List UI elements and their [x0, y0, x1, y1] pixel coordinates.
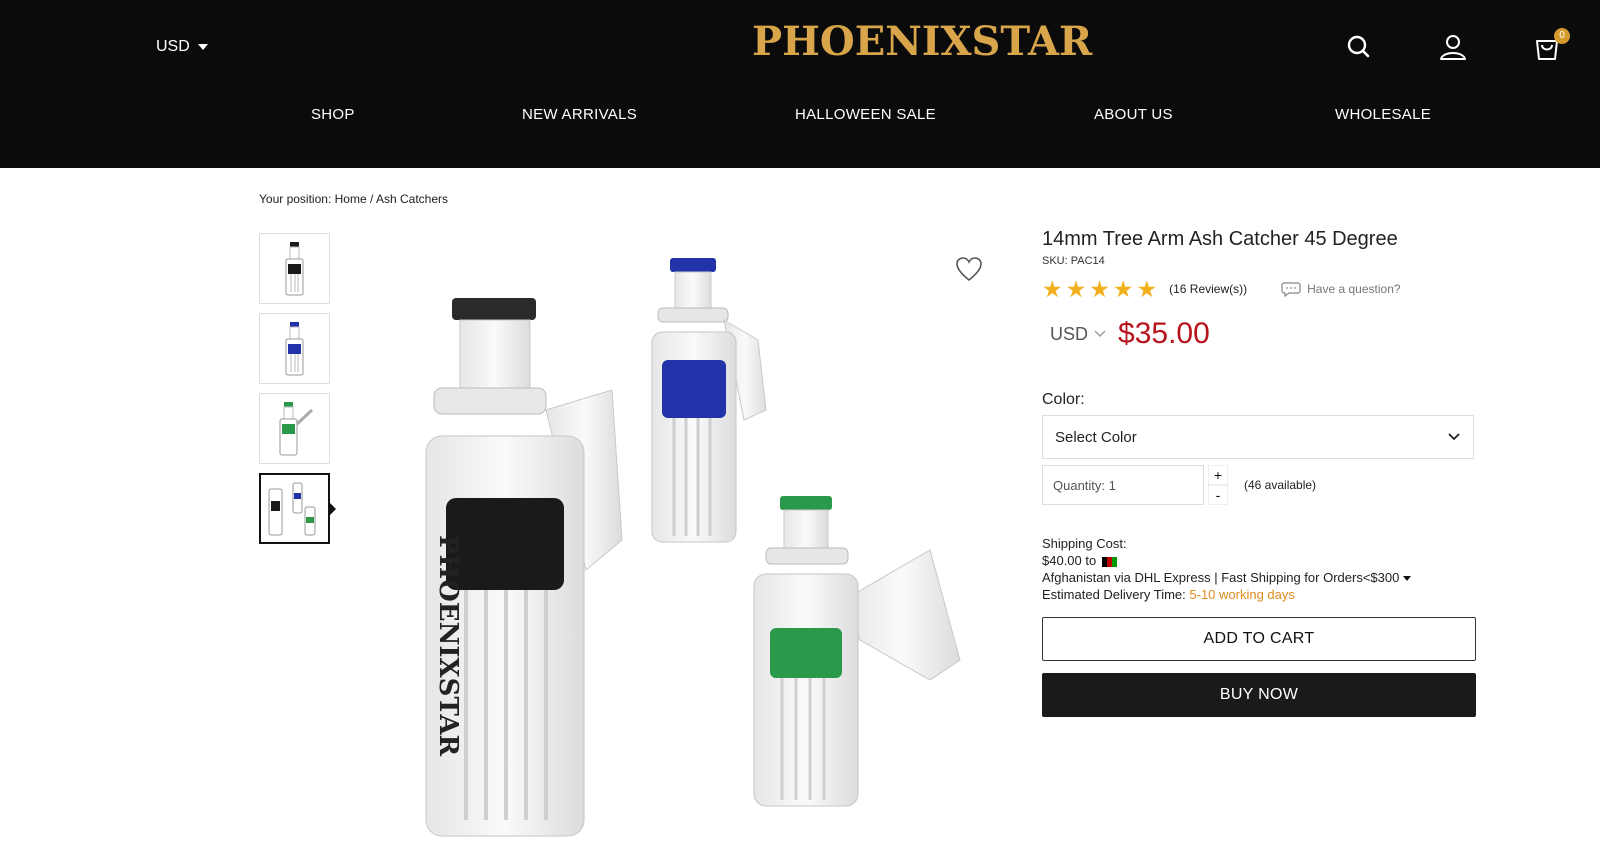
- color-select-value: Select Color: [1055, 428, 1137, 446]
- shipping-cost-row: $40.00 to: [1042, 552, 1482, 569]
- have-question-label: Have a question?: [1307, 282, 1401, 296]
- product-sku: SKU: PAC14: [1042, 255, 1105, 267]
- thumbnail-image: [285, 322, 304, 376]
- price-currency-selector[interactable]: USD: [1050, 324, 1106, 345]
- product-info-panel: 14mm Tree Arm Ash Catcher 45 Degree SKU:…: [1042, 228, 1482, 717]
- user-icon: [1440, 35, 1466, 60]
- quantity-stepper: + -: [1208, 465, 1228, 505]
- cart-count-badge: 0: [1554, 28, 1570, 44]
- star-icon: ★: [1112, 276, 1134, 302]
- account-button[interactable]: [1436, 30, 1470, 64]
- buy-now-button[interactable]: BUY NOW: [1042, 673, 1476, 717]
- site-header: USD PHOENIXSTAR 0 SHOP NEW ARRIVALS HALL…: [0, 0, 1600, 168]
- shipping-cost-label: Shipping Cost:: [1042, 536, 1127, 551]
- breadcrumb-current-link[interactable]: Ash Catchers: [376, 192, 448, 206]
- nav-halloween-sale[interactable]: HALLOWEEN SALE: [795, 106, 936, 123]
- product-thumbnail-all[interactable]: [259, 473, 330, 544]
- shipping-method: Afghanistan via DHL Express | Fast Shipp…: [1042, 570, 1400, 585]
- product-main-image[interactable]: PHOENIXSTAR: [390, 240, 990, 858]
- quantity-input[interactable]: Quantity: 1: [1042, 465, 1204, 505]
- nav-wholesale[interactable]: WHOLESALE: [1335, 106, 1431, 123]
- nav-shop[interactable]: SHOP: [311, 106, 355, 123]
- add-to-cart-button[interactable]: ADD TO CART: [1042, 617, 1476, 661]
- nav-about-us[interactable]: ABOUT US: [1094, 106, 1173, 123]
- price-row: USD $35.00: [1042, 317, 1482, 351]
- cart-button[interactable]: 0: [1530, 28, 1570, 64]
- breadcrumb: Your position: Home / Ash Catchers: [259, 192, 448, 206]
- currency-label: USD: [156, 38, 190, 55]
- star-icon: ★: [1065, 276, 1087, 302]
- delivery-row: Estimated Delivery Time: 5-10 working da…: [1042, 586, 1482, 603]
- thumbnail-active-indicator: [330, 503, 336, 515]
- product-image: PHOENIXSTAR: [425, 258, 961, 837]
- chat-bubble-icon: [1281, 282, 1301, 297]
- breadcrumb-separator: /: [369, 192, 374, 206]
- search-icon: [1347, 35, 1370, 58]
- chevron-down-icon: [1448, 433, 1460, 441]
- color-label: Color:: [1042, 391, 1085, 408]
- delivery-time: 5-10 working days: [1189, 587, 1295, 602]
- product-price: $35.00: [1118, 317, 1210, 350]
- delivery-label: Estimated Delivery Time:: [1042, 587, 1186, 602]
- have-question-link[interactable]: Have a question?: [1281, 281, 1401, 297]
- star-icon: ★: [1089, 276, 1110, 302]
- star-icon: ★: [1136, 276, 1158, 302]
- breadcrumb-home-link[interactable]: Home: [335, 192, 367, 206]
- product-thumbnail-green[interactable]: [259, 393, 330, 464]
- afghanistan-flag-icon: [1101, 556, 1117, 567]
- star-icon: ★: [1042, 276, 1063, 302]
- shipping-method-selector[interactable]: Afghanistan via DHL Express | Fast Shipp…: [1042, 569, 1482, 586]
- nav-new-arrivals[interactable]: NEW ARRIVALS: [522, 106, 637, 123]
- breadcrumb-prefix: Your position:: [259, 192, 332, 206]
- product-title: 14mm Tree Arm Ash Catcher 45 Degree: [1042, 228, 1398, 250]
- chevron-down-icon: [1094, 330, 1106, 337]
- quantity-decrease-button[interactable]: -: [1208, 485, 1228, 505]
- caret-down-icon: [197, 44, 208, 50]
- review-count-link[interactable]: (16 Review(s)): [1169, 282, 1247, 296]
- product-thumbnail-blue[interactable]: [259, 313, 330, 384]
- rating-row: ★ ★ ★ ★ ★ (16 Review(s)) Have a question…: [1042, 276, 1482, 302]
- wishlist-button[interactable]: [954, 254, 984, 284]
- stock-available: (46 available): [1244, 478, 1317, 492]
- thumbnail-image: [285, 242, 304, 296]
- shipping-cost-value: $40.00 to: [1042, 553, 1097, 568]
- search-button[interactable]: [1342, 30, 1376, 64]
- site-logo[interactable]: PHOENIXSTAR: [752, 18, 1092, 65]
- thumbnail-image: [279, 402, 314, 456]
- currency-selector[interactable]: USD: [156, 38, 208, 56]
- main-nav: SHOP NEW ARRIVALS HALLOWEEN SALE ABOUT U…: [0, 106, 1600, 130]
- thumbnail-image: [268, 482, 316, 536]
- quantity-row: Quantity: 1 + - (46 available): [1042, 465, 1482, 505]
- star-rating: ★ ★ ★ ★ ★: [1042, 276, 1158, 302]
- color-select[interactable]: Select Color: [1042, 415, 1474, 459]
- quantity-increase-button[interactable]: +: [1208, 465, 1228, 485]
- price-currency-label: USD: [1050, 323, 1089, 344]
- caret-down-icon: [1402, 576, 1411, 582]
- heart-icon: [956, 257, 982, 282]
- shipping-info: Shipping Cost: $40.00 to Afghanistan via…: [1042, 535, 1482, 603]
- product-thumbnail-black[interactable]: [259, 233, 330, 304]
- svg-text:PHOENIXSTAR: PHOENIXSTAR: [433, 535, 463, 757]
